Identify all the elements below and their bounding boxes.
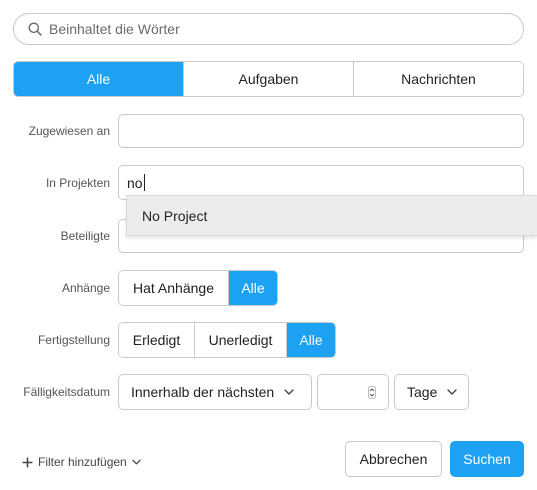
completion-segmented: Erledigt Unerledigt Alle bbox=[118, 322, 336, 358]
search-icon bbox=[28, 22, 42, 36]
tab-all[interactable]: Alle bbox=[14, 62, 183, 96]
chevron-down-icon bbox=[284, 389, 294, 395]
participants-label: Beteiligte bbox=[60, 229, 110, 243]
search-field[interactable] bbox=[13, 13, 524, 45]
tab-tasks[interactable]: Aufgaben bbox=[183, 62, 353, 96]
projects-label: In Projekten bbox=[45, 176, 110, 190]
assigned-label: Zugewiesen an bbox=[28, 124, 110, 138]
stepper-icon[interactable] bbox=[368, 386, 376, 399]
due-unit-select-value: Tage bbox=[407, 384, 438, 400]
add-filter-button[interactable]: Filter hinzufügen bbox=[22, 455, 141, 469]
attachments-segmented: Hat Anhänge Alle bbox=[118, 270, 278, 306]
due-range-select-value: Innerhalb der nächsten bbox=[131, 384, 275, 400]
project-suggestion-option[interactable]: No Project bbox=[126, 195, 537, 236]
completion-all-option[interactable]: Alle bbox=[286, 323, 335, 357]
project-suggestion-label: No Project bbox=[142, 207, 208, 224]
completion-done-option[interactable]: Erledigt bbox=[119, 323, 194, 357]
due-date-label: Fälligkeitsdatum bbox=[23, 385, 110, 399]
add-filter-label: Filter hinzufügen bbox=[38, 455, 127, 469]
attachments-label: Anhänge bbox=[61, 281, 110, 295]
cancel-button[interactable]: Abbrechen bbox=[345, 441, 442, 477]
tab-messages[interactable]: Nachrichten bbox=[353, 62, 523, 96]
type-tabs: Alle Aufgaben Nachrichten bbox=[13, 61, 524, 97]
chevron-down-icon bbox=[131, 459, 141, 465]
completion-label: Fertigstellung bbox=[37, 333, 110, 347]
chevron-down-icon bbox=[447, 389, 458, 395]
search-button[interactable]: Suchen bbox=[450, 441, 524, 477]
assigned-input[interactable] bbox=[118, 114, 524, 148]
search-input[interactable] bbox=[49, 21, 489, 37]
due-unit-select[interactable]: Tage bbox=[394, 374, 469, 410]
attachments-all-option[interactable]: Alle bbox=[228, 271, 277, 305]
completion-open-option[interactable]: Unerledigt bbox=[194, 323, 286, 357]
attachments-has-attachments-option[interactable]: Hat Anhänge bbox=[119, 271, 228, 305]
text-caret bbox=[143, 174, 145, 191]
projects-input-value: no bbox=[127, 174, 143, 191]
plus-icon bbox=[22, 457, 33, 467]
due-amount-input[interactable] bbox=[317, 374, 389, 410]
due-range-select[interactable]: Innerhalb der nächsten bbox=[118, 374, 312, 410]
assigned-text-input[interactable] bbox=[127, 123, 523, 139]
